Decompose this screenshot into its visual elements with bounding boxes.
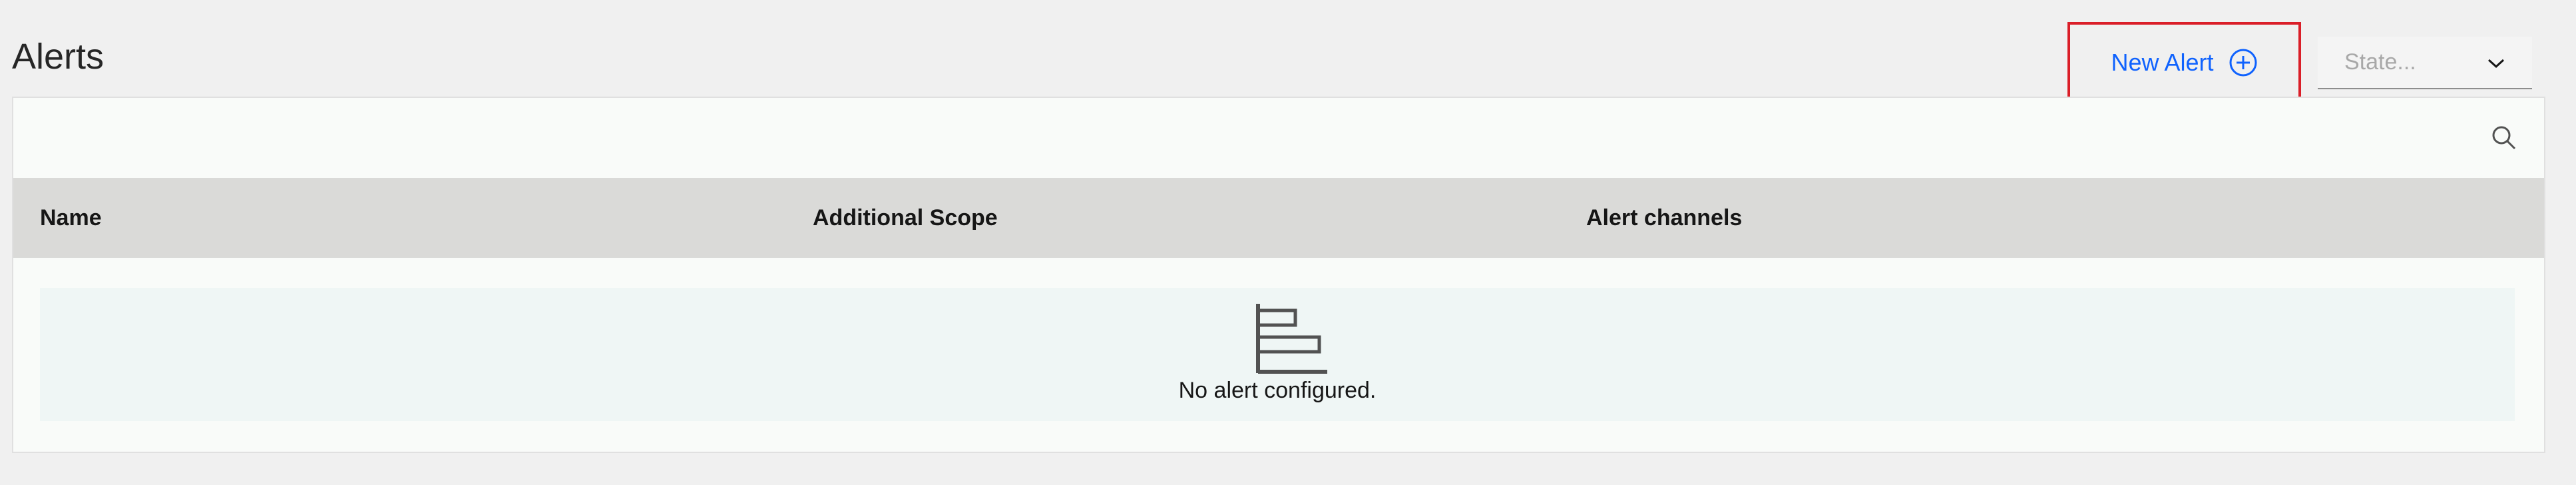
state-dropdown[interactable]: State... [2318, 37, 2532, 89]
new-alert-button[interactable]: New Alert [2067, 22, 2301, 103]
state-placeholder: State... [2344, 49, 2416, 75]
search-icon[interactable] [2489, 123, 2519, 153]
alerts-page: Alerts New Alert State... Name Additiona… [0, 0, 2576, 485]
new-alert-label: New Alert [2111, 48, 2214, 76]
column-header-alert-channels[interactable]: Alert channels [1586, 178, 1742, 258]
table-header-row: Name Additional Scope Alert channels [13, 178, 2544, 258]
chevron-down-icon [2487, 49, 2505, 75]
empty-state: No alert configured. [40, 288, 2515, 421]
column-header-additional-scope[interactable]: Additional Scope [813, 178, 998, 258]
alerts-table: Name Additional Scope Alert channels No … [12, 97, 2545, 453]
add-circle-icon [2229, 48, 2258, 77]
page-title: Alerts [12, 37, 105, 77]
empty-state-message: No alert configured. [1178, 378, 1377, 403]
empty-chart-icon [1255, 301, 1329, 374]
column-header-name[interactable]: Name [40, 178, 102, 258]
table-toolbar [13, 98, 2544, 178]
